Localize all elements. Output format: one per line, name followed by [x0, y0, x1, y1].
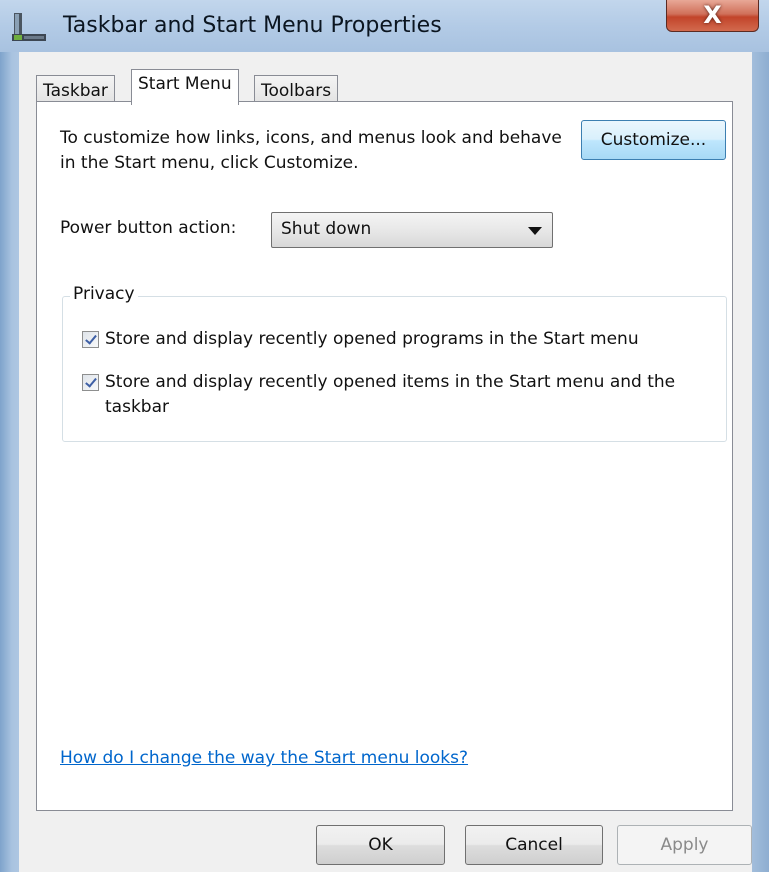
close-button[interactable]: X	[666, 0, 759, 32]
apply-button[interactable]: Apply	[617, 825, 752, 865]
privacy-groupbox	[62, 296, 727, 442]
chevron-down-icon	[528, 227, 542, 235]
store-recent-items-label: Store and display recently opened items …	[105, 372, 676, 417]
tab-toolbars-label: Toolbars	[261, 81, 332, 101]
close-icon: X	[703, 1, 722, 29]
store-recent-items-checkbox[interactable]	[82, 374, 99, 391]
tab-taskbar-label: Taskbar	[43, 81, 108, 101]
apply-button-label: Apply	[660, 835, 709, 855]
power-button-action-select[interactable]: Shut down	[271, 212, 553, 248]
store-recent-programs-checkbox[interactable]	[82, 331, 99, 348]
ok-button-label: OK	[368, 835, 393, 855]
tab-start-menu-label: Start Menu	[138, 74, 232, 94]
taskbar-app-icon	[12, 12, 46, 42]
start-menu-panel: To customize how links, icons, and menus…	[36, 101, 733, 811]
cancel-button-label: Cancel	[505, 835, 563, 855]
privacy-group-title: Privacy	[70, 284, 138, 304]
intro-text: To customize how links, icons, and menus…	[60, 128, 562, 173]
help-link[interactable]: How do I change the way the Start menu l…	[60, 748, 468, 768]
ok-button[interactable]: OK	[316, 825, 445, 865]
power-button-action-label: Power button action:	[60, 218, 237, 238]
customize-button-label: Customize...	[600, 130, 707, 150]
customize-button[interactable]: Customize...	[581, 120, 726, 160]
dialog-client-area: Taskbar Start Menu Toolbars To customize…	[19, 52, 752, 872]
cancel-button[interactable]: Cancel	[465, 825, 603, 865]
title-bar[interactable]: Taskbar and Start Menu Properties X	[0, 0, 769, 52]
properties-window: Taskbar and Start Menu Properties X Task…	[0, 0, 769, 872]
window-title: Taskbar and Start Menu Properties	[63, 13, 442, 38]
store-recent-programs-label: Store and display recently opened progra…	[105, 329, 639, 349]
power-button-action-value: Shut down	[281, 219, 372, 239]
tab-start-menu[interactable]: Start Menu	[131, 69, 239, 105]
